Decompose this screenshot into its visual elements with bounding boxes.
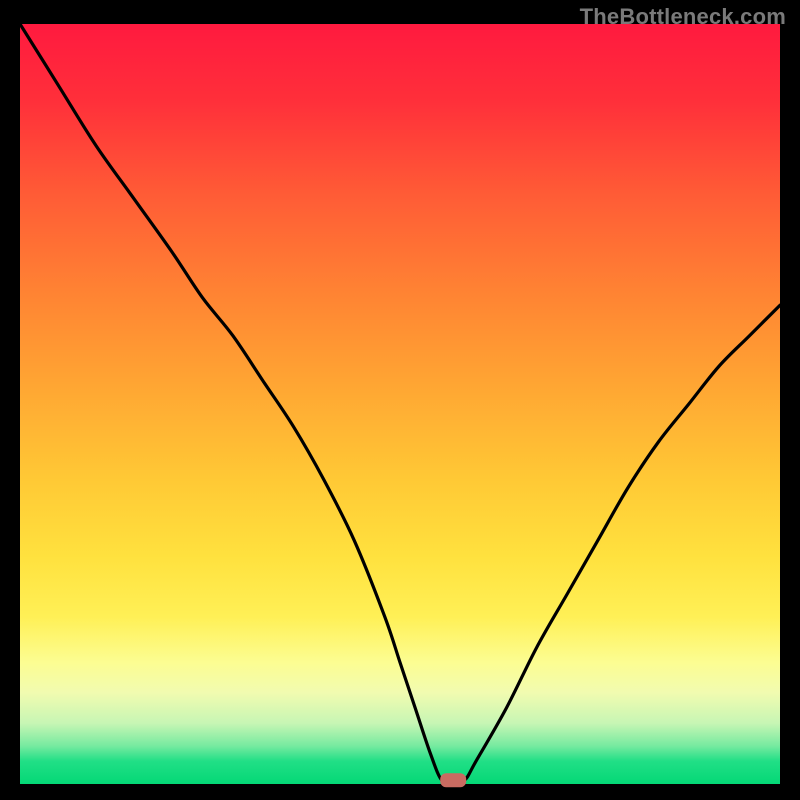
plot-area xyxy=(20,24,780,784)
chart-frame: TheBottleneck.com xyxy=(0,0,800,800)
valley-minimum-marker-icon xyxy=(440,773,466,787)
curve-svg xyxy=(20,24,780,784)
bottleneck-curve-path xyxy=(20,24,780,782)
